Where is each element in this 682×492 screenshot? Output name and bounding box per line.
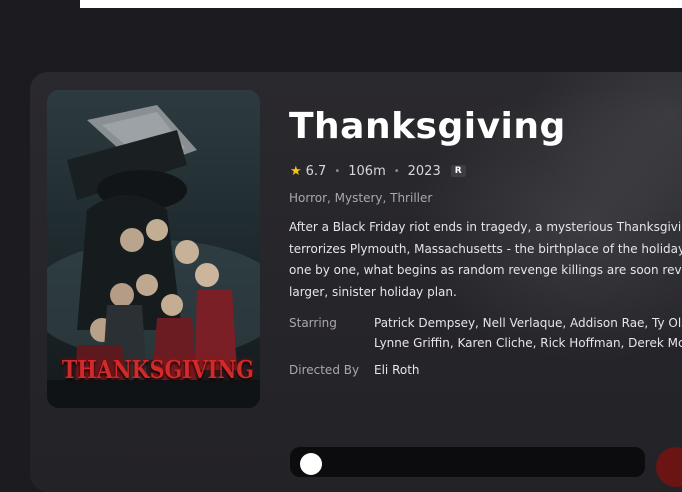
movie-runtime: 106m xyxy=(348,163,386,179)
overview-line: terrorizes Plymouth, Massachusetts - the… xyxy=(289,241,682,256)
movie-meta-row: ★ 6.7 • 106m • 2023 R xyxy=(290,162,466,180)
starring-line: Patrick Dempsey, Nell Verlaque, Addison … xyxy=(374,316,682,330)
trailer-player[interactable] xyxy=(290,447,645,477)
movie-title: Thanksgiving xyxy=(289,106,566,147)
directed-by-label: Directed By xyxy=(289,363,360,377)
starring-line: Lynne Griffin, Karen Cliche, Rick Hoffma… xyxy=(374,336,682,350)
movie-overview: After a Black Friday riot ends in traged… xyxy=(289,217,682,303)
movie-rating: 6.7 xyxy=(305,163,327,179)
movie-year: 2023 xyxy=(407,163,441,179)
separator-dot: • xyxy=(334,165,341,177)
starring-list: Patrick Dempsey, Nell Verlaque, Addison … xyxy=(374,313,682,353)
certification-badge: R xyxy=(450,165,466,177)
starring-label: Starring xyxy=(289,316,337,330)
movie-poster: THANKSGIVING xyxy=(47,90,260,408)
top-white-bar xyxy=(80,0,682,8)
overview-line: one by one, what begins as random reveng… xyxy=(289,263,682,277)
separator-dot: • xyxy=(393,165,400,177)
movie-genres: Horror, Mystery, Thriller xyxy=(289,191,433,205)
overview-line: After a Black Friday riot ends in traged… xyxy=(289,220,682,234)
play-icon[interactable] xyxy=(300,453,322,475)
poster-title-text: THANKSGIVING xyxy=(61,355,254,384)
overview-line: larger, sinister holiday plan. xyxy=(289,284,457,299)
star-icon: ★ xyxy=(290,163,302,179)
director-name: Eli Roth xyxy=(374,363,420,377)
